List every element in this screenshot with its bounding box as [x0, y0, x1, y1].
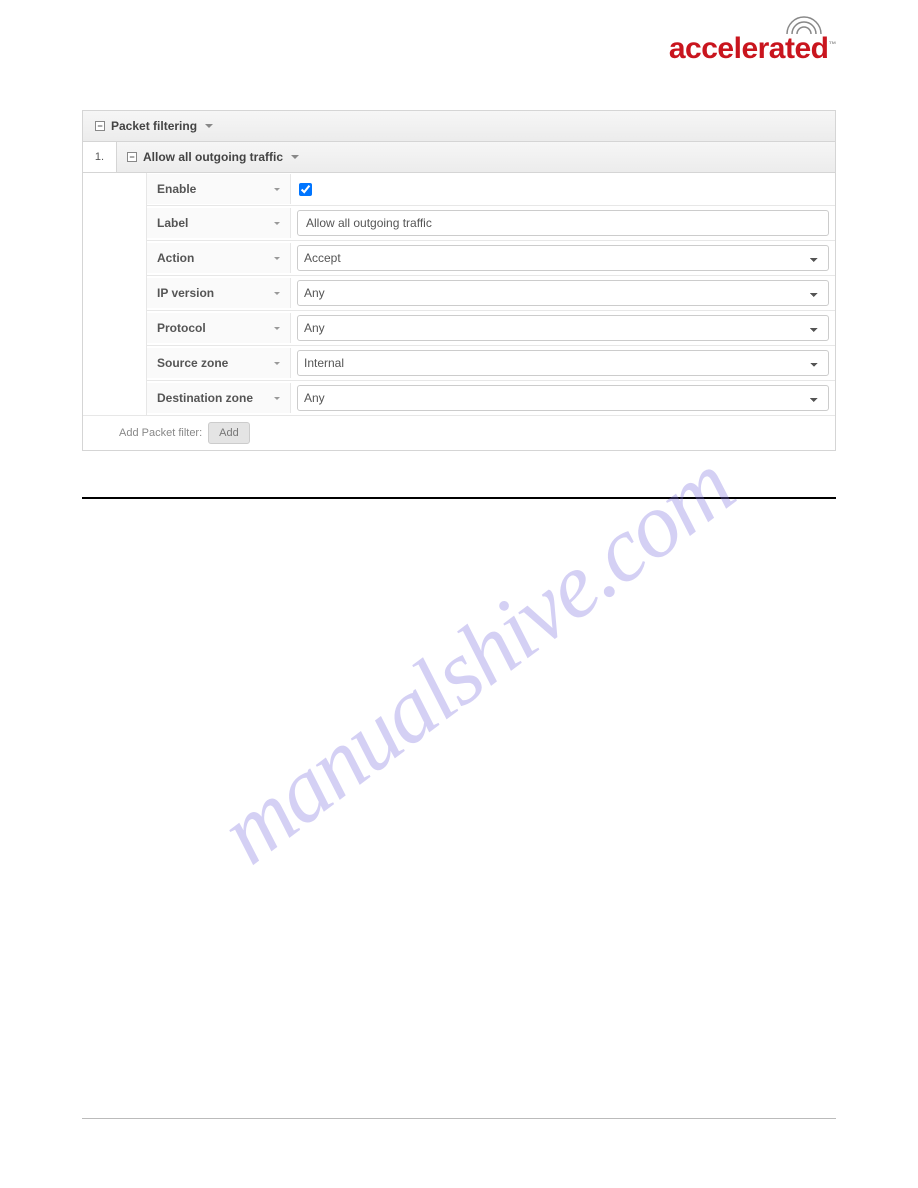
packet-filtering-panel: − Packet filtering 1. − Allow all outgoi…: [82, 110, 836, 451]
collapse-icon[interactable]: −: [95, 121, 105, 131]
field-row-enable: Enable: [147, 173, 835, 206]
caret-down-icon[interactable]: [274, 188, 280, 191]
collapse-icon[interactable]: −: [127, 152, 137, 162]
field-row-ip-version: IP version Any: [147, 276, 835, 311]
fields-spacer: [83, 173, 147, 415]
fields-table: Enable Label Action: [147, 173, 835, 415]
field-row-protocol: Protocol Any: [147, 311, 835, 346]
field-label: Enable: [147, 174, 291, 204]
field-control-protocol: Any: [291, 311, 835, 345]
field-label: Action: [147, 243, 291, 273]
field-row-source-zone: Source zone Internal: [147, 346, 835, 381]
caret-down-icon: [205, 124, 213, 128]
logo-text: accelerated™: [669, 34, 836, 64]
field-control-destination-zone: Any: [291, 381, 835, 415]
caret-down-icon: [291, 155, 299, 159]
field-row-destination-zone: Destination zone Any: [147, 381, 835, 415]
footer-line: [82, 1118, 836, 1119]
field-control-enable: [291, 179, 835, 200]
caret-down-icon[interactable]: [274, 222, 280, 225]
panel-header-packet-filtering[interactable]: − Packet filtering: [83, 111, 835, 142]
field-row-action: Action Accept: [147, 241, 835, 276]
logo-arcs-icon: [779, 14, 829, 36]
rule-header-row: 1. − Allow all outgoing traffic: [83, 142, 835, 173]
separator-line: [82, 497, 836, 499]
source-zone-select[interactable]: Internal: [297, 350, 829, 376]
caret-down-icon[interactable]: [274, 362, 280, 365]
destination-zone-select[interactable]: Any: [297, 385, 829, 411]
field-control-source-zone: Internal: [291, 346, 835, 380]
rule-index: 1.: [83, 142, 117, 172]
panel-title: Packet filtering: [111, 119, 197, 133]
rule-fields: Enable Label Action: [83, 173, 835, 415]
action-select[interactable]: Accept: [297, 245, 829, 271]
caret-down-icon[interactable]: [274, 257, 280, 260]
add-button[interactable]: Add: [208, 422, 250, 444]
field-control-label: [291, 206, 835, 240]
watermark-text: manualshive.com: [200, 432, 752, 885]
field-label: Destination zone: [147, 383, 291, 413]
caret-down-icon[interactable]: [274, 397, 280, 400]
brand-logo: accelerated™: [669, 14, 836, 64]
field-label: Protocol: [147, 313, 291, 343]
rule-header[interactable]: − Allow all outgoing traffic: [117, 142, 835, 172]
protocol-select[interactable]: Any: [297, 315, 829, 341]
field-label: Source zone: [147, 348, 291, 378]
caret-down-icon[interactable]: [274, 292, 280, 295]
caret-down-icon[interactable]: [274, 327, 280, 330]
rule-title: Allow all outgoing traffic: [143, 150, 283, 164]
field-row-label: Label: [147, 206, 835, 241]
label-input[interactable]: [297, 210, 829, 236]
add-prompt: Add Packet filter:: [119, 427, 202, 439]
add-packet-filter-row: Add Packet filter: Add: [83, 415, 835, 450]
field-control-action: Accept: [291, 241, 835, 275]
field-control-ip-version: Any: [291, 276, 835, 310]
enable-checkbox[interactable]: [299, 183, 312, 196]
ip-version-select[interactable]: Any: [297, 280, 829, 306]
field-label: Label: [147, 208, 291, 238]
field-label: IP version: [147, 278, 291, 308]
